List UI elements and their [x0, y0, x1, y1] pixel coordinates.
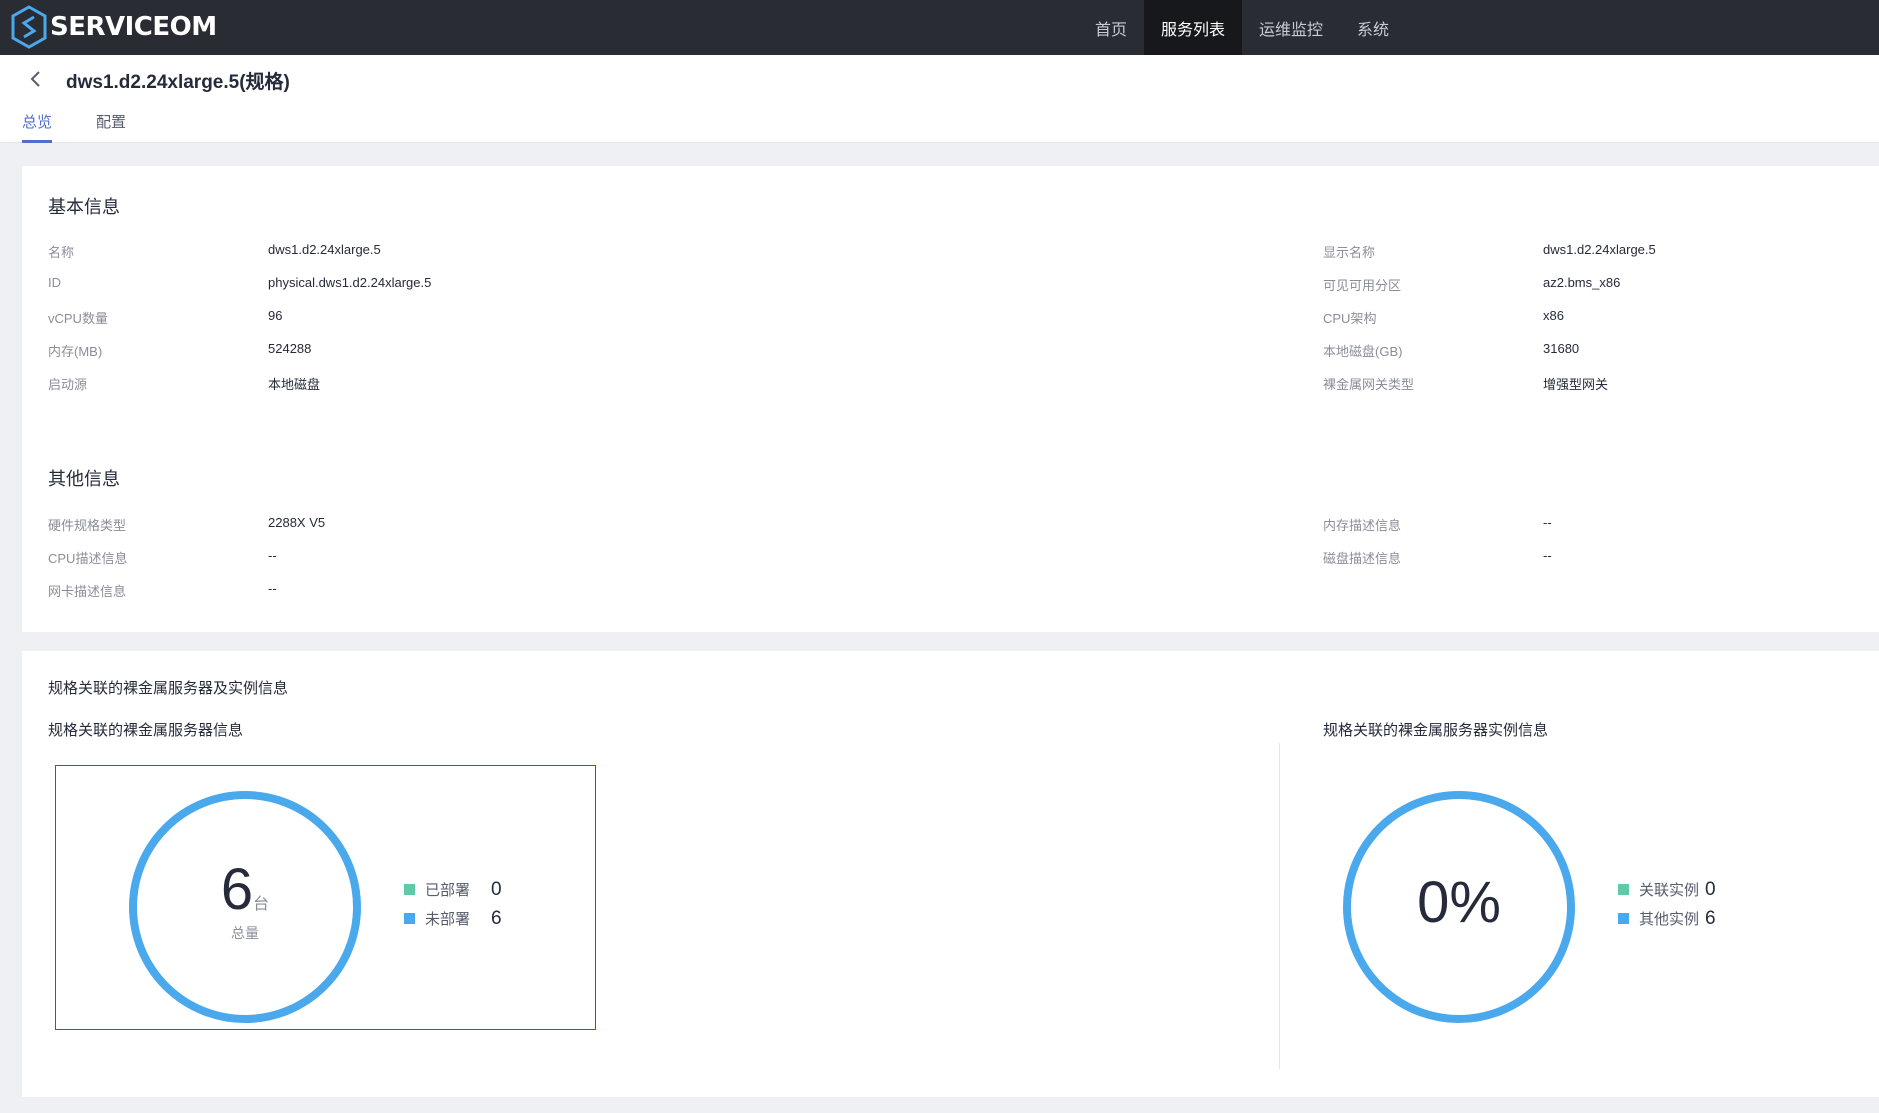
field-value: 2288X V5: [268, 515, 326, 530]
field-label: 磁盘描述信息: [1323, 551, 1402, 566]
instance-percent-display: 0%: [1389, 869, 1529, 936]
field-value: 524288: [268, 341, 312, 356]
field-value: dws1.d2.24xlarge.5: [1543, 242, 1656, 257]
legend-label: 关联实例: [1639, 882, 1700, 899]
legend-value: 6: [1705, 907, 1716, 929]
instance-info-title: 规格关联的裸金属服务器实例信息: [1323, 722, 1549, 739]
field-label: 本地磁盘(GB): [1323, 344, 1403, 359]
legend-value: 0: [491, 878, 502, 900]
nav-home[interactable]: 首页: [1078, 0, 1144, 55]
legend-item: 已部署 0: [404, 875, 502, 904]
other-info-title: 其他信息: [48, 469, 120, 489]
field-label: vCPU数量: [48, 311, 108, 326]
vertical-divider: [1279, 743, 1280, 1069]
logo[interactable]: SERVICEOM: [10, 5, 217, 49]
field-label: 显示名称: [1323, 245, 1376, 260]
legend-value: 0: [1705, 878, 1716, 900]
legend-swatch: [404, 913, 415, 924]
server-info-title: 规格关联的裸金属服务器信息: [48, 722, 244, 739]
tab-config[interactable]: 配置: [96, 111, 126, 143]
server-legend: 已部署 0 未部署 6: [404, 875, 502, 933]
legend-swatch: [1618, 913, 1629, 924]
server-total-unit: 台: [253, 896, 270, 913]
field-label: 名称: [48, 245, 75, 260]
nav-service-list[interactable]: 服务列表: [1144, 0, 1243, 55]
server-total-number: 6: [220, 857, 254, 922]
field-label: 裸金属网关类型: [1323, 377, 1415, 392]
field-label: 内存描述信息: [1323, 518, 1402, 533]
field-value: 96: [268, 308, 283, 323]
field-label: 网卡描述信息: [48, 584, 127, 599]
server-total-label: 总量: [231, 925, 259, 941]
page-title: dws1.d2.24xlarge.5(规格): [66, 72, 290, 93]
field-value: dws1.d2.24xlarge.5: [268, 242, 381, 257]
field-label: 内存(MB): [48, 344, 103, 359]
field-label: 启动源: [48, 377, 88, 392]
field-value: --: [268, 581, 277, 596]
back-arrow-icon[interactable]: [28, 69, 44, 89]
field-label: ID: [48, 275, 61, 290]
instance-percent: 0%: [1417, 870, 1501, 935]
legend-item: 未部署 6: [404, 904, 502, 933]
field-value: --: [1543, 548, 1552, 563]
logo-text: SERVICEOM: [50, 12, 217, 42]
field-value: --: [1543, 515, 1552, 530]
top-nav-bar: SERVICEOM 首页 服务列表 运维监控 系统: [0, 0, 1879, 55]
legend-item: 其他实例 6: [1618, 904, 1716, 933]
tab-overview[interactable]: 总览: [22, 111, 53, 143]
servers-section-title: 规格关联的裸金属服务器及实例信息: [48, 680, 289, 697]
legend-item: 关联实例 0: [1618, 875, 1716, 904]
legend-swatch: [1618, 884, 1629, 895]
field-label: 硬件规格类型: [48, 518, 127, 533]
server-total-display: 6台 总量: [177, 856, 313, 943]
nav-ops-monitoring[interactable]: 运维监控: [1242, 0, 1340, 55]
legend-value: 6: [491, 907, 502, 929]
field-label: CPU描述信息: [48, 551, 128, 566]
main-nav: 首页 服务列表 运维监控 系统: [1078, 0, 1406, 55]
tab-bar: 总览 配置: [22, 111, 170, 143]
nav-system[interactable]: 系统: [1340, 0, 1406, 55]
instance-legend: 关联实例 0 其他实例 6: [1618, 875, 1716, 933]
legend-label: 其他实例: [1639, 911, 1700, 928]
basic-info-title: 基本信息: [48, 197, 120, 217]
field-value: 31680: [1543, 341, 1580, 356]
field-label: 可见可用分区: [1323, 278, 1402, 293]
legend-label: 未部署: [425, 911, 471, 928]
serviceom-logo-icon: [11, 5, 47, 49]
field-value: --: [268, 548, 277, 563]
field-value: physical.dws1.d2.24xlarge.5: [268, 275, 432, 290]
page-header: dws1.d2.24xlarge.5(规格) 总览 配置: [0, 55, 1879, 143]
field-value: 增强型网关: [1543, 377, 1609, 392]
field-value: x86: [1543, 308, 1564, 323]
info-card: 基本信息 名称 dws1.d2.24xlarge.5 ID physical.d…: [22, 166, 1879, 632]
field-label: CPU架构: [1323, 311, 1377, 326]
servers-card: 规格关联的裸金属服务器及实例信息 规格关联的裸金属服务器信息 规格关联的裸金属服…: [22, 651, 1879, 1097]
legend-label: 已部署: [425, 882, 471, 899]
legend-swatch: [404, 884, 415, 895]
field-value: 本地磁盘: [268, 377, 321, 392]
field-value: az2.bms_x86: [1543, 275, 1621, 290]
